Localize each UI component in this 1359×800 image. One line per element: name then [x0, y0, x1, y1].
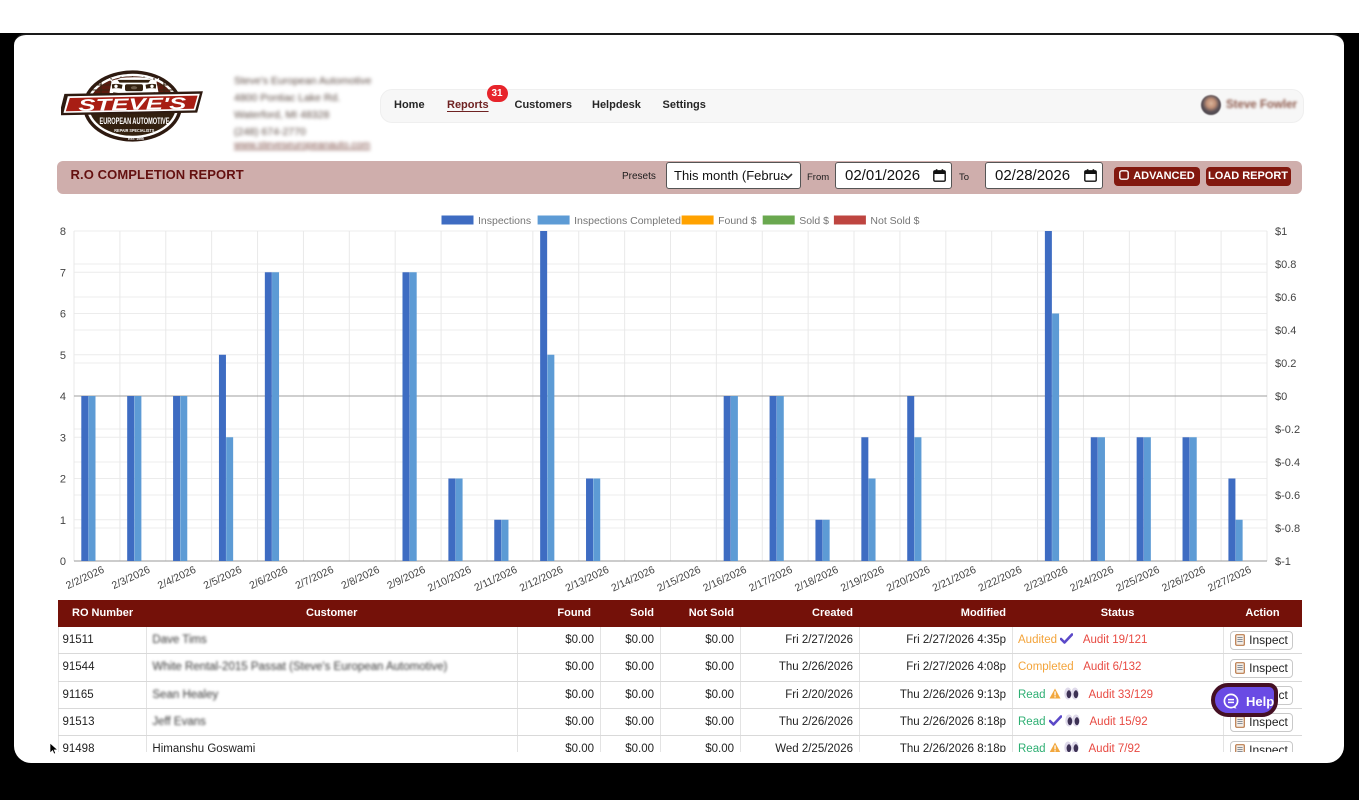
svg-text:2/14/2026: 2/14/2026	[609, 564, 657, 595]
svg-text:$0.8: $0.8	[1275, 259, 1296, 271]
svg-text:$1: $1	[1275, 226, 1287, 238]
svg-text:8: 8	[60, 226, 66, 238]
svg-text:2/2/2026: 2/2/2026	[64, 564, 106, 592]
svg-text:2/19/2026: 2/19/2026	[839, 564, 887, 595]
svg-text:$0: $0	[1275, 391, 1287, 403]
svg-text:Sold $: Sold $	[799, 215, 829, 227]
svg-text:2/11/2026: 2/11/2026	[472, 564, 519, 594]
svg-text:2/18/2026: 2/18/2026	[793, 564, 841, 595]
svg-text:STEVE'S: STEVE'S	[78, 95, 186, 115]
svg-text:2/17/2026: 2/17/2026	[747, 564, 795, 595]
svg-text:2/25/2026: 2/25/2026	[1114, 564, 1162, 595]
svg-text:2/22/2026: 2/22/2026	[976, 564, 1024, 595]
svg-text:2/26/2026: 2/26/2026	[1160, 564, 1208, 595]
svg-text:6: 6	[60, 309, 66, 321]
svg-text:2/10/2026: 2/10/2026	[426, 564, 474, 595]
svg-text:EST. 1995: EST. 1995	[128, 137, 144, 141]
svg-text:4: 4	[60, 391, 66, 403]
svg-text:2/7/2026: 2/7/2026	[294, 564, 336, 592]
svg-text:2/20/2026: 2/20/2026	[885, 564, 933, 595]
svg-text:Inspections Completed: Inspections Completed	[574, 215, 681, 227]
svg-text:$-0.8: $-0.8	[1275, 523, 1300, 535]
svg-text:2/8/2026: 2/8/2026	[339, 564, 381, 592]
svg-text:2/12/2026: 2/12/2026	[518, 564, 566, 595]
svg-text:$-0.4: $-0.4	[1275, 457, 1300, 469]
svg-text:2/9/2026: 2/9/2026	[385, 564, 427, 592]
svg-text:2/13/2026: 2/13/2026	[564, 564, 612, 595]
svg-text:REPAIR SPECIALISTS: REPAIR SPECIALISTS	[114, 128, 154, 133]
svg-text:$-0.2: $-0.2	[1275, 424, 1300, 436]
svg-text:Found $: Found $	[718, 215, 757, 227]
svg-text:2/16/2026: 2/16/2026	[701, 564, 749, 595]
svg-text:2/4/2026: 2/4/2026	[156, 564, 198, 592]
svg-text:EUROPEAN AUTOMOTIVE: EUROPEAN AUTOMOTIVE	[100, 116, 170, 126]
svg-text:$0.6: $0.6	[1275, 292, 1296, 304]
svg-text:7: 7	[60, 267, 66, 279]
svg-text:Not Sold $: Not Sold $	[870, 215, 919, 227]
svg-text:5: 5	[60, 350, 66, 362]
svg-text:2/21/2026: 2/21/2026	[931, 564, 979, 595]
svg-text:2/15/2026: 2/15/2026	[655, 564, 703, 595]
svg-text:2/27/2026: 2/27/2026	[1206, 564, 1254, 595]
svg-text:2/23/2026: 2/23/2026	[1022, 564, 1070, 595]
svg-text:1: 1	[60, 515, 66, 527]
svg-text:2/5/2026: 2/5/2026	[202, 564, 244, 592]
svg-text:$0.2: $0.2	[1275, 358, 1296, 370]
svg-text:$-1: $-1	[1275, 556, 1291, 568]
svg-text:$0.4: $0.4	[1275, 325, 1296, 337]
svg-text:3: 3	[60, 432, 66, 444]
svg-text:2: 2	[60, 474, 66, 486]
svg-text:0: 0	[60, 556, 66, 568]
svg-text:2/6/2026: 2/6/2026	[248, 564, 290, 592]
svg-text:2/3/2026: 2/3/2026	[110, 564, 152, 592]
svg-text:2/24/2026: 2/24/2026	[1068, 564, 1116, 595]
svg-text:$-0.6: $-0.6	[1275, 490, 1300, 502]
svg-text:Inspections: Inspections	[478, 215, 531, 227]
